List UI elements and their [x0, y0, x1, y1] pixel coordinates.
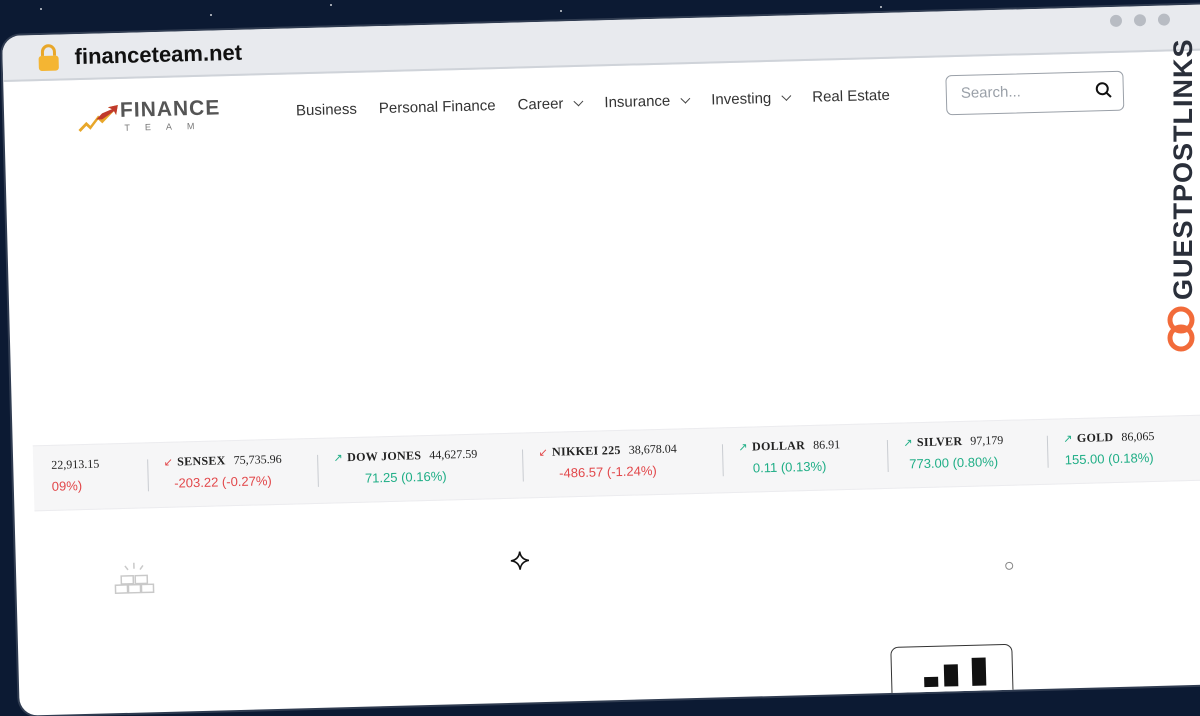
nav-item-business[interactable]: Business: [296, 101, 357, 120]
nav-item-career[interactable]: Career: [517, 95, 582, 114]
ticker-name: GOLD: [1077, 430, 1114, 445]
market-ticker: 22,913.15 09%) ↙ SENSEX 75,735.96 -203.22 (-0…: [33, 414, 1200, 511]
nav-item-personal-finance[interactable]: Personal Finance: [379, 97, 496, 117]
ticker-name: DOW JONES: [347, 448, 422, 464]
window-control-dot[interactable]: [1110, 15, 1122, 27]
ticker-item[interactable]: ↗ DOW JONES 44,627.59 71.25 (0.16%): [333, 447, 478, 487]
nav-item-label: Investing: [711, 90, 771, 109]
arrow-up-icon: ↗: [738, 441, 748, 454]
ticker-item[interactable]: 22,913.15 09%): [51, 457, 100, 494]
ticker-item[interactable]: ↙ SENSEX 75,735.96 -203.22 (-0.27%): [163, 452, 282, 491]
ticker-name: NIKKEI 225: [552, 443, 621, 459]
arrow-up-icon: ↗: [903, 436, 913, 449]
ticker-divider: [887, 440, 889, 472]
nav-item-label: Real Estate: [812, 87, 890, 106]
chevron-down-icon[interactable]: [681, 94, 691, 104]
chevron-down-icon[interactable]: [782, 91, 792, 101]
ticker-divider: [722, 444, 724, 476]
gold-bars-icon: [111, 560, 158, 597]
arrow-up-icon: ↗: [333, 451, 343, 464]
sparkle-icon: [510, 550, 531, 571]
ticker-value: 44,627.59: [429, 447, 477, 462]
ticker-divider: [1047, 436, 1049, 468]
ticker-item[interactable]: ↗ SILVER 97,179 773.00 (0.80%): [903, 433, 1004, 472]
ticker-value: 86,065: [1121, 429, 1154, 444]
ticker-value: 86.91: [813, 437, 840, 452]
watermark-text: GUESTPOSTLINKS: [1168, 38, 1199, 300]
ticker-change: 155.00 (0.18%): [1063, 450, 1155, 467]
site-logo[interactable]: FINANCE TEAM: [78, 96, 239, 140]
nav-item-label: Insurance: [604, 93, 670, 112]
search-icon[interactable]: [1095, 81, 1113, 99]
link-icon: [1166, 306, 1196, 352]
logo-text: FINANCE: [120, 96, 221, 123]
nav-item-real-estate[interactable]: Real Estate: [812, 87, 890, 106]
search-input[interactable]: [961, 82, 1091, 102]
ticker-change: -203.22 (-0.27%): [164, 473, 283, 491]
search-box[interactable]: [945, 71, 1124, 116]
ticker-item[interactable]: ↗ GOLD 86,065 155.00 (0.18%): [1063, 429, 1155, 467]
window-control-dot[interactable]: [1134, 14, 1146, 26]
ticker-change: -486.57 (-1.24%): [538, 462, 677, 481]
arrow-down-icon: ↙: [538, 446, 548, 459]
browser-window: financeteam.net FINANCE TEAM Business Per…: [2, 4, 1200, 716]
nav-item-insurance[interactable]: Insurance: [604, 92, 689, 111]
ticker-divider: [522, 450, 524, 482]
nav-item-label: Business: [296, 101, 357, 120]
ticker-item[interactable]: ↙ NIKKEI 225 38,678.04 -486.57 (-1.24%): [538, 441, 678, 481]
ticker-divider: [147, 459, 149, 491]
decorative-circle: [1005, 562, 1013, 570]
ticker-change: 0.11 (0.13%): [738, 458, 840, 476]
nav-item-label: Personal Finance: [379, 97, 496, 117]
url-text[interactable]: financeteam.net: [74, 40, 242, 70]
ticker-change: 773.00 (0.80%): [903, 454, 1004, 472]
ticker-change: 71.25 (0.16%): [334, 468, 479, 487]
ticker-value: 75,735.96: [233, 452, 281, 467]
nav-item-label: Career: [517, 95, 563, 113]
lock-icon: [36, 43, 61, 72]
ticker-value: 97,179: [970, 433, 1003, 448]
ticker-value: 38,678.04: [629, 441, 677, 456]
ticker-name: SENSEX: [177, 453, 226, 468]
logo-subtext: TEAM: [124, 121, 209, 133]
ticker-change: 09%): [52, 478, 100, 494]
chevron-down-icon[interactable]: [574, 96, 584, 106]
ticker-item[interactable]: ↗ DOLLAR 86.91 0.11 (0.13%): [738, 437, 841, 476]
logo-chart-icon: [78, 105, 121, 132]
arrow-up-icon: ↗: [1063, 432, 1073, 445]
ticker-value: 22,913.15: [51, 457, 99, 472]
ticker-name: DOLLAR: [752, 438, 805, 453]
nav-item-investing[interactable]: Investing: [711, 89, 790, 108]
chart-card: [890, 644, 1014, 716]
arrow-down-icon: ↙: [163, 456, 173, 469]
ticker-divider: [317, 455, 319, 487]
window-control-dot[interactable]: [1158, 13, 1170, 25]
main-navigation: Business Personal Finance Career Insurance I…: [296, 87, 890, 120]
ticker-name: SILVER: [917, 434, 963, 449]
